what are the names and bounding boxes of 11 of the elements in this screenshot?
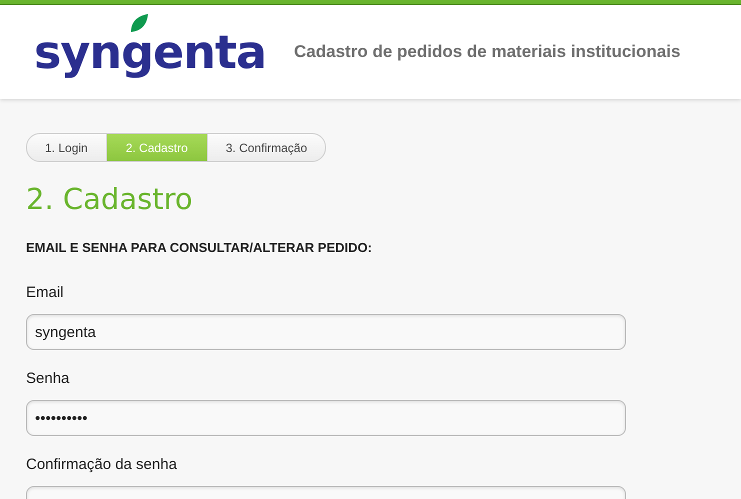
page-title: Cadastro de pedidos de materiais institucionais xyxy=(294,42,680,62)
field-label: Senha xyxy=(26,370,70,387)
leaf-icon xyxy=(129,13,149,33)
step-heading: 2. Cadastro xyxy=(26,182,194,216)
field-label: Email xyxy=(26,284,65,301)
logo: syngenta xyxy=(34,25,266,79)
section-title: EMAIL E SENHA PARA CONSULTAR/ALTERAR PEDIDO: xyxy=(26,240,373,255)
input-field[interactable]: syngenta xyxy=(26,314,626,350)
input-field[interactable]: •••••••••• xyxy=(26,400,626,436)
step-tab[interactable]: 3. Confirmação xyxy=(208,134,326,161)
field-label: Confirmação da senha xyxy=(26,456,178,473)
